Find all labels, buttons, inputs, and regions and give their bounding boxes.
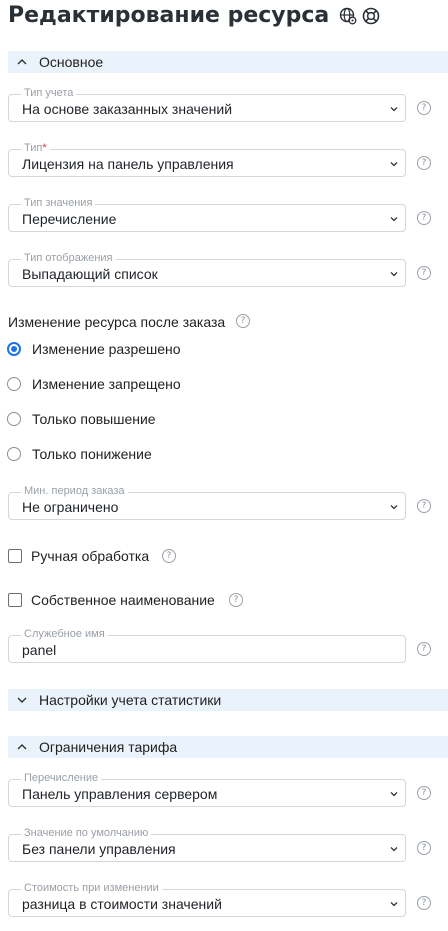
accounting-type-label: Тип учета bbox=[21, 87, 77, 100]
radio-button[interactable] bbox=[7, 447, 21, 461]
display-type-help-icon[interactable]: ? bbox=[417, 266, 431, 280]
min-order-period-select[interactable]: Мин. период заказа Не ограничено bbox=[8, 485, 406, 520]
manual-processing-checkbox-row[interactable]: Ручная обработка bbox=[8, 548, 149, 564]
chevron-down-icon bbox=[17, 697, 27, 703]
service-name-help-icon[interactable]: ? bbox=[417, 642, 431, 656]
display-type-select[interactable]: Тип отображения Выпадающий список bbox=[8, 252, 406, 287]
type-select[interactable]: Тип* Лицензия на панель управления bbox=[8, 142, 406, 177]
change-cost-value: разница в стоимости значений bbox=[22, 896, 222, 912]
manual-processing-label: Ручная обработка bbox=[31, 548, 150, 564]
page-title-text: Редактирование ресурса bbox=[8, 3, 330, 28]
service-name-label: Служебное имя bbox=[21, 628, 108, 641]
own-name-checkbox[interactable] bbox=[8, 593, 22, 607]
default-value-help-icon[interactable]: ? bbox=[417, 841, 431, 855]
radio-button-checked[interactable] bbox=[7, 342, 21, 356]
globe-settings-icon[interactable] bbox=[339, 7, 357, 25]
display-type-label: Тип отображения bbox=[21, 252, 116, 265]
change-cost-label: Стоимость при изменении bbox=[21, 882, 162, 895]
accounting-type-help-icon[interactable]: ? bbox=[417, 101, 431, 115]
change-after-order-label: Изменение ресурса после заказа bbox=[8, 314, 226, 330]
section-tariff-label: Ограничения тарифа bbox=[39, 739, 178, 755]
section-tariff-header[interactable]: Ограничения тарифа bbox=[8, 736, 448, 758]
chevron-down-icon bbox=[390, 505, 398, 510]
radio-button[interactable] bbox=[7, 377, 21, 391]
radio-only-decrease[interactable]: Только понижение bbox=[7, 446, 152, 462]
accounting-type-value: На основе заказанных значений bbox=[22, 101, 233, 117]
manual-processing-checkbox[interactable] bbox=[8, 549, 22, 563]
own-name-help-icon[interactable]: ? bbox=[229, 593, 243, 607]
change-cost-select[interactable]: Стоимость при изменении разница в стоимо… bbox=[8, 882, 406, 917]
default-value-select[interactable]: Значение по умолчанию Без панели управле… bbox=[8, 827, 406, 862]
min-order-period-help-icon[interactable]: ? bbox=[417, 499, 431, 513]
lifebuoy-icon[interactable] bbox=[362, 7, 380, 25]
required-mark: * bbox=[42, 142, 47, 154]
chevron-down-icon bbox=[390, 162, 398, 167]
default-value-label: Значение по умолчанию bbox=[21, 827, 152, 840]
type-help-icon[interactable]: ? bbox=[417, 156, 431, 170]
radio-change-allowed[interactable]: Изменение разрешено bbox=[7, 341, 181, 357]
own-name-checkbox-row[interactable]: Собственное наименование bbox=[8, 592, 215, 608]
own-name-label: Собственное наименование bbox=[31, 592, 215, 608]
value-type-help-icon[interactable]: ? bbox=[417, 211, 431, 225]
type-value: Лицензия на панель управления bbox=[22, 156, 234, 172]
change-after-order-help-icon[interactable]: ? bbox=[236, 314, 250, 328]
service-name-value: panel bbox=[22, 642, 57, 658]
type-label: Тип* bbox=[21, 142, 50, 155]
chevron-down-icon bbox=[390, 847, 398, 852]
section-basic-header[interactable]: Основное bbox=[8, 51, 448, 73]
chevron-up-icon bbox=[17, 744, 27, 750]
display-type-value: Выпадающий список bbox=[22, 266, 158, 282]
min-order-period-label: Мин. период заказа bbox=[21, 485, 128, 498]
radio-change-allowed-label: Изменение разрешено bbox=[32, 341, 181, 357]
radio-only-decrease-label: Только понижение bbox=[32, 446, 152, 462]
manual-processing-help-icon[interactable]: ? bbox=[162, 549, 176, 563]
radio-change-forbidden[interactable]: Изменение запрещено bbox=[7, 376, 181, 392]
radio-only-increase-label: Только повышение bbox=[32, 411, 156, 427]
enumeration-select[interactable]: Перечисление Панель управления сервером bbox=[8, 772, 406, 807]
enumeration-help-icon[interactable]: ? bbox=[417, 786, 431, 800]
enumeration-value: Панель управления сервером bbox=[22, 786, 218, 802]
chevron-down-icon bbox=[390, 217, 398, 222]
radio-change-forbidden-label: Изменение запрещено bbox=[32, 376, 181, 392]
radio-only-increase[interactable]: Только повышение bbox=[7, 411, 156, 427]
default-value-value: Без панели управления bbox=[22, 841, 176, 857]
enumeration-label: Перечисление bbox=[21, 772, 102, 785]
value-type-label: Тип значения bbox=[21, 197, 96, 210]
page-title: Редактирование ресурса bbox=[8, 0, 380, 32]
chevron-down-icon bbox=[390, 272, 398, 277]
section-stats-header[interactable]: Настройки учета статистики bbox=[8, 689, 448, 711]
section-basic-label: Основное bbox=[39, 54, 104, 70]
section-stats-label: Настройки учета статистики bbox=[39, 692, 222, 708]
chevron-up-icon bbox=[17, 59, 27, 65]
value-type-select[interactable]: Тип значения Перечисление bbox=[8, 197, 406, 232]
min-order-period-value: Не ограничено bbox=[22, 499, 119, 515]
chevron-down-icon bbox=[390, 792, 398, 797]
title-icons bbox=[339, 7, 380, 25]
value-type-value: Перечисление bbox=[22, 211, 117, 227]
service-name-input[interactable]: Служебное имя panel bbox=[8, 628, 406, 663]
accounting-type-select[interactable]: Тип учета На основе заказанных значений bbox=[8, 87, 406, 122]
chevron-down-icon bbox=[390, 107, 398, 112]
chevron-down-icon bbox=[390, 902, 398, 907]
change-cost-help-icon[interactable]: ? bbox=[417, 896, 431, 910]
radio-button[interactable] bbox=[7, 412, 21, 426]
